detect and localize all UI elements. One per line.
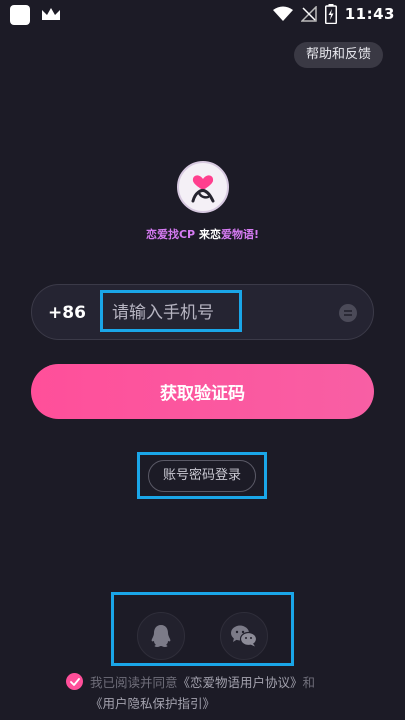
wechat-icon (231, 625, 258, 647)
check-icon (69, 677, 80, 686)
agreement-line-2: 《用户隐私保护指引》 (90, 693, 215, 712)
wechat-login-button[interactable] (220, 612, 268, 660)
app-logo (177, 161, 229, 213)
get-code-button[interactable]: 获取验证码 (31, 364, 374, 419)
clear-input-button[interactable] (339, 304, 357, 322)
agreement-prefix: 我已阅读并同意 (90, 675, 178, 690)
phone-input-box: +86 (31, 284, 374, 340)
clear-icon (344, 310, 352, 316)
agreement-conjunction: 和 (302, 675, 316, 690)
status-time: 11:43 (344, 5, 395, 23)
country-code[interactable]: +86 (48, 285, 86, 341)
agreement-checkbox[interactable] (66, 673, 83, 690)
crown-icon (42, 8, 60, 20)
slogan-part3: 爱物语! (220, 228, 259, 241)
status-bar: 11:43 (0, 0, 405, 30)
privacy-guide-link[interactable]: 《用户隐私保护指引》 (90, 696, 215, 711)
app-slogan: 恋爱找CP 来恋爱物语! (0, 226, 405, 242)
qq-login-button[interactable] (137, 612, 185, 660)
agreement-line-1: 我已阅读并同意《恋爱物语用户协议》和 (90, 672, 315, 691)
input-divider (100, 303, 101, 323)
qq-icon (151, 625, 171, 647)
slogan-part2: 来恋 (198, 228, 221, 241)
no-signal-icon (300, 6, 317, 22)
slogan-part1: 恋爱找CP (145, 228, 196, 241)
account-password-login-button[interactable]: 账号密码登录 (148, 460, 256, 492)
wifi-icon (272, 6, 293, 21)
battery-charging-icon (324, 4, 337, 24)
user-agreement-link[interactable]: 《恋爱物语用户协议》 (178, 675, 303, 690)
help-feedback-button[interactable]: 帮助和反馈 (293, 42, 383, 68)
phone-number-input[interactable] (104, 293, 244, 333)
app-square-icon (10, 5, 30, 25)
